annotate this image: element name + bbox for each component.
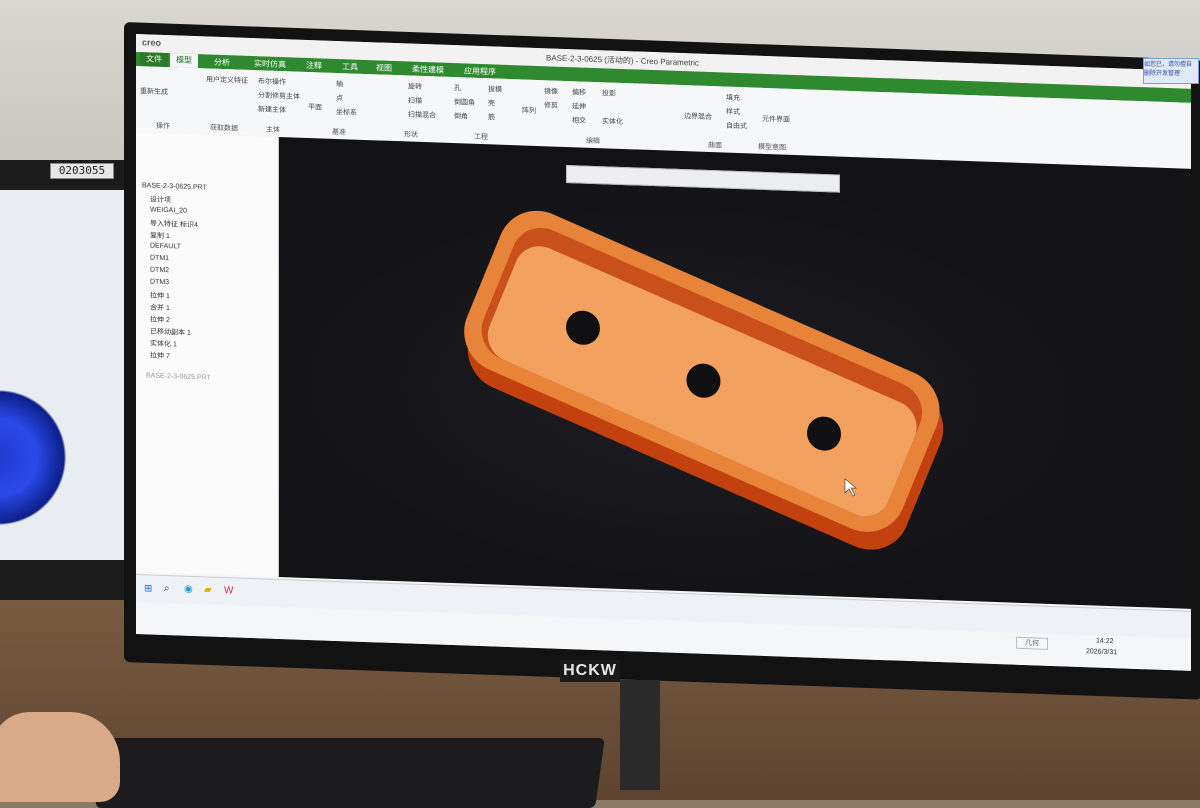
boundary-blend-button[interactable]: 边界混合 [684, 111, 712, 122]
tab-file[interactable]: 文件 [140, 52, 168, 68]
sticky-note-line: 如您已，请勿擅自 [1144, 62, 1193, 68]
wps-icon[interactable]: W [224, 585, 233, 596]
tab-analysis[interactable]: 分析 [214, 57, 230, 69]
model-tree-panel: BASE-2-3-0625.PRT 设计项 WEIGAI_20 导入特征 标识4… [136, 132, 279, 577]
group-body[interactable]: 主体 [266, 125, 280, 135]
selection-filter[interactable]: 几何 [1016, 636, 1048, 650]
chamfer-button[interactable]: 倒角 [454, 111, 468, 121]
tree-item[interactable]: 设计项 [150, 194, 171, 205]
mirror-button[interactable]: 镜像 [544, 86, 558, 96]
sticky-note: 如您已，请勿擅自 删除开发管理 [1143, 58, 1199, 84]
wallpaper-swirl [0, 390, 70, 540]
csys-button[interactable]: 坐标系 [336, 107, 357, 118]
axis-button[interactable]: 轴 [336, 79, 343, 89]
point-button[interactable]: 点 [336, 93, 343, 103]
plane-button[interactable]: 平面 [308, 102, 322, 112]
hand [0, 712, 120, 802]
revolve-button[interactable]: 旋转 [408, 81, 422, 91]
group-surfaces[interactable]: 曲面 [708, 140, 722, 150]
layer-tree-root[interactable]: BASE-2-3-0625.PRT [146, 372, 211, 381]
hole-button[interactable]: 孔 [454, 83, 461, 93]
boolean-button[interactable]: 布尔操作 [258, 76, 286, 87]
group-model-intent[interactable]: 模型意图 [758, 142, 786, 153]
project-button[interactable]: 投影 [602, 88, 616, 98]
tree-item[interactable]: DTM1 [150, 254, 169, 262]
style-button[interactable]: 样式 [726, 107, 740, 117]
model-tree-root[interactable]: BASE-2-3-0625.PRT [142, 182, 207, 191]
tree-item[interactable]: DTM3 [150, 278, 169, 286]
group-get-data[interactable]: 获取数据 [210, 123, 238, 134]
shell-button[interactable]: 壳 [488, 98, 495, 108]
tree-item[interactable]: WEIGAI_20 [150, 206, 187, 214]
tree-item[interactable]: DTM2 [150, 266, 169, 274]
windows-start-icon[interactable]: ⊞ [144, 583, 152, 594]
freestyle-button[interactable]: 自由式 [726, 121, 747, 132]
tree-item[interactable]: 复制 1 [150, 230, 170, 241]
extend-button[interactable]: 延伸 [572, 101, 586, 111]
group-datum[interactable]: 基准 [332, 127, 346, 137]
tab-view[interactable]: 视图 [376, 62, 392, 74]
tab-annotate[interactable]: 注释 [306, 60, 322, 72]
group-operations[interactable]: 操作 [156, 121, 170, 131]
group-engineering[interactable]: 工程 [474, 132, 488, 142]
tab-flexible-modeling[interactable]: 柔性建模 [412, 64, 444, 76]
component-interface-button[interactable]: 元件界面 [762, 114, 790, 125]
part-model [464, 210, 944, 550]
trim-button[interactable]: 修剪 [544, 100, 558, 110]
tree-item[interactable]: 拉伸 2 [150, 314, 170, 325]
tree-item[interactable]: 实体化 1 [150, 338, 177, 349]
keyboard [95, 738, 605, 808]
fill-button[interactable]: 填充 [726, 93, 740, 103]
tree-item[interactable]: 合并 1 [150, 302, 170, 313]
pattern-button[interactable]: 阵列 [522, 105, 536, 115]
3d-viewport[interactable] [279, 136, 1191, 609]
clock-time: 14:22 [1096, 637, 1114, 646]
tree-item[interactable]: 拉伸 7 [150, 350, 170, 361]
sweep-button[interactable]: 扫描 [408, 95, 422, 105]
tab-simulation[interactable]: 实时仿真 [254, 58, 286, 70]
new-body-button[interactable]: 新建主体 [258, 104, 286, 115]
intersect-button[interactable]: 相交 [572, 115, 586, 125]
edge-icon[interactable]: ◉ [184, 584, 193, 595]
regenerate-button[interactable]: 重新生成 [140, 86, 168, 97]
monitor-stand [620, 680, 660, 790]
offset-button[interactable]: 偏移 [572, 87, 586, 97]
swept-blend-button[interactable]: 扫描混合 [408, 109, 436, 120]
folder-icon[interactable]: ▰ [204, 584, 212, 595]
tree-item[interactable]: 导入特征 标识4 [150, 218, 198, 230]
creo-window: creo BASE-2-3-0625 (活动的) - Creo Parametr… [136, 34, 1191, 671]
tab-tools[interactable]: 工具 [342, 61, 358, 73]
rib-button[interactable]: 筋 [488, 112, 495, 122]
tree-item[interactable]: 拉伸 1 [150, 290, 170, 301]
sticky-note-line: 删除开发管理 [1144, 71, 1181, 77]
search-icon[interactable]: ⌕ [164, 583, 170, 594]
tab-model[interactable]: 模型 [170, 53, 198, 69]
split-body-button[interactable]: 分割修剪主体 [258, 90, 300, 101]
group-shapes[interactable]: 形状 [404, 129, 418, 139]
tree-item[interactable]: 已移动副本 1 [150, 326, 191, 337]
solidify-button[interactable]: 实体化 [602, 116, 623, 127]
creo-logo: creo [142, 37, 162, 48]
monitor-brand: HCKW [560, 660, 620, 682]
tab-applications[interactable]: 应用程序 [464, 65, 496, 77]
group-editing[interactable]: 编辑 [586, 136, 600, 146]
asset-tag: 0203055 [50, 163, 114, 179]
tree-item[interactable]: DEFAULT [150, 242, 181, 250]
udf-button[interactable]: 用户定义特征 [206, 74, 248, 85]
clock-date: 2026/3/31 [1086, 648, 1118, 657]
draft-button[interactable]: 拔模 [488, 84, 502, 94]
round-button[interactable]: 倒圆角 [454, 97, 475, 108]
